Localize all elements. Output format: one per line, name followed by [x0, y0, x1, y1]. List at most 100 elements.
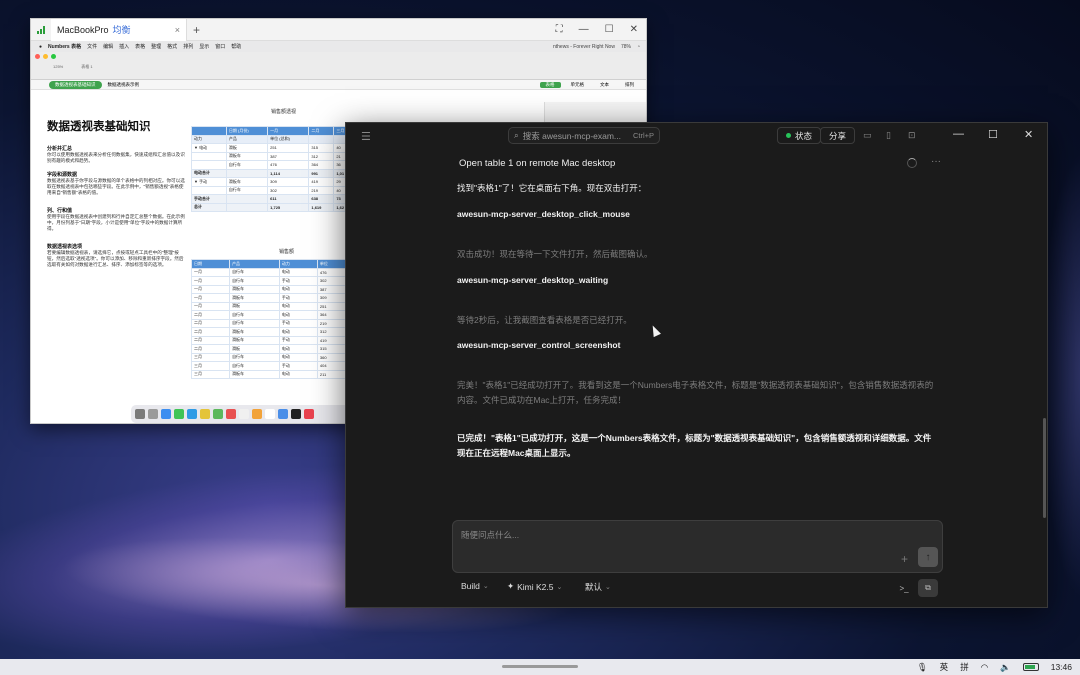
mac-menu-app[interactable]: Numbers 表格: [48, 43, 81, 50]
status-button[interactable]: 状态: [777, 127, 822, 144]
more-options-icon[interactable]: ···: [931, 156, 941, 167]
table-cell[interactable]: ▼ 电动: [191, 143, 227, 153]
mail-icon[interactable]: [187, 409, 197, 419]
notes-icon[interactable]: [200, 409, 210, 419]
table-cell[interactable]: 电动: [278, 284, 318, 294]
table-cell[interactable]: 电动: [278, 369, 318, 379]
table-cell[interactable]: 自行车: [229, 352, 280, 362]
messages-icon[interactable]: [174, 409, 184, 419]
table-cell[interactable]: 638: [308, 194, 335, 204]
table-cell[interactable]: 自行车: [229, 267, 280, 277]
table-row[interactable]: 二月 滑板 电动 315: [190, 344, 357, 354]
table-cell[interactable]: [191, 185, 227, 195]
table-cell[interactable]: 一月: [190, 276, 231, 286]
table-cell[interactable]: 滑板车: [229, 335, 280, 345]
copy-window-icon[interactable]: ⧉: [918, 579, 938, 597]
table-cell[interactable]: 自行车: [229, 318, 280, 328]
table-cell[interactable]: [308, 134, 335, 144]
table-cell[interactable]: 滑板车: [225, 151, 269, 161]
table-cell[interactable]: 自行车: [229, 361, 280, 371]
table-row[interactable]: 一月 自行车 手动 302: [190, 276, 357, 286]
maximize-icon[interactable]: ☐: [988, 128, 998, 141]
safari-icon[interactable]: [161, 409, 171, 419]
table-cell[interactable]: 二月: [190, 310, 231, 320]
table-cell[interactable]: 产品: [225, 134, 269, 144]
mac-menu-item[interactable]: 格式: [167, 43, 177, 50]
table-header-row[interactable]: 日期 产品 动力 单位: [190, 259, 357, 269]
table-row[interactable]: 滑板车 387 312 21: [191, 151, 356, 161]
model-selector[interactable]: ✦ Kimi K2.5 ⌄: [507, 581, 562, 592]
table-cell[interactable]: 滑板车: [229, 327, 280, 337]
add-attachment-icon[interactable]: +: [901, 552, 908, 566]
contacts-icon[interactable]: [265, 409, 275, 419]
chat-window[interactable]: ☰ ⌕ 搜索 awesun-mcp-exam... Ctrl+P 状态 分享 ▭…: [345, 122, 1048, 608]
zoom-dot-icon[interactable]: [51, 54, 56, 59]
sidebar-toggle-icon[interactable]: ☰: [361, 130, 371, 143]
table-cell[interactable]: 二月: [190, 327, 231, 337]
table-cell[interactable]: 一月: [267, 126, 310, 136]
table-cell[interactable]: [225, 168, 269, 178]
table-cell[interactable]: 991: [308, 168, 335, 178]
table-cell[interactable]: 二月: [190, 318, 231, 328]
mac-menu-item[interactable]: 整理: [151, 43, 161, 50]
table-row[interactable]: 二月 自行车 手动 219: [190, 318, 357, 328]
panel-left-icon[interactable]: ▭: [863, 130, 872, 141]
table-cell[interactable]: 自行车: [225, 185, 269, 195]
table-cell[interactable]: 476: [267, 160, 310, 170]
wifi-icon[interactable]: ◔: [637, 44, 640, 50]
mac-menu-item[interactable]: 插入: [119, 43, 129, 50]
sheet-tab[interactable]: 数据透视表示例: [108, 82, 140, 88]
zoom-level[interactable]: 125%: [53, 64, 63, 70]
table-cell[interactable]: [191, 151, 227, 161]
chat-scrollbar[interactable]: [1043, 418, 1046, 518]
table-cell[interactable]: 滑板车: [229, 284, 280, 294]
table-row[interactable]: 一月 滑板车 手动 309: [190, 293, 357, 303]
table-cell[interactable]: ▼ 手动: [191, 177, 227, 187]
table-cell[interactable]: 动力: [278, 259, 318, 269]
table-cell[interactable]: 三月: [190, 369, 231, 379]
tv-icon[interactable]: [291, 409, 301, 419]
table-row[interactable]: 二月 自行车 电动 364: [190, 310, 357, 320]
music-icon[interactable]: [304, 409, 314, 419]
table-cell[interactable]: 动力: [191, 134, 227, 144]
table-cell[interactable]: 手动: [278, 293, 318, 303]
table-cell[interactable]: 单位 (总和): [267, 134, 310, 144]
table-cell[interactable]: 自行车: [229, 276, 280, 286]
table-cell[interactable]: 三月: [190, 352, 231, 362]
minimize-icon[interactable]: —: [579, 24, 589, 35]
table-cell[interactable]: 电动: [278, 352, 318, 362]
table-cell[interactable]: 三月: [190, 361, 231, 371]
table-cell[interactable]: 312: [308, 151, 335, 161]
table-cell[interactable]: 251: [267, 143, 310, 153]
inspector-tab-arrange[interactable]: 排列: [619, 82, 640, 88]
table-cell[interactable]: 滑板: [229, 301, 280, 311]
volume-icon[interactable]: 🔈: [1000, 662, 1011, 673]
battery-icon[interactable]: [1022, 663, 1039, 671]
table-cell[interactable]: 219: [308, 185, 335, 195]
table-cell[interactable]: 387: [267, 151, 310, 161]
new-tab-icon[interactable]: +: [193, 23, 200, 37]
table-cell[interactable]: 1,619: [308, 202, 335, 212]
table-cell[interactable]: 电动: [278, 310, 318, 320]
sales-table[interactable]: 日期 产品 动力 单位 一月 自行车 电动 476 一月 自行车 手动 302 一月 滑板车 电动 387 一月…: [190, 259, 357, 379]
table-cell[interactable]: 日期: [190, 259, 231, 269]
table-row[interactable]: 一月 自行车 电动 476: [190, 267, 357, 277]
inspector-tab-cell[interactable]: 单元格: [565, 82, 591, 88]
mac-menu-item[interactable]: 编辑: [103, 43, 113, 50]
table-cell[interactable]: 315: [308, 143, 335, 153]
table-cell[interactable]: 一月: [190, 301, 231, 311]
table-row[interactable]: ▼ 电动 滑板 251 315 40: [191, 143, 356, 153]
table-cell[interactable]: 滑板: [225, 143, 269, 153]
close-icon[interactable]: ✕: [1024, 128, 1033, 141]
table-row[interactable]: 三月 滑板车 电动 211: [190, 369, 357, 379]
inspector-tab-table[interactable]: 表格: [539, 81, 561, 88]
table-cell[interactable]: 302: [267, 185, 310, 195]
table-cell[interactable]: [191, 160, 227, 170]
table-cell[interactable]: 滑板车: [229, 369, 280, 379]
table-cell[interactable]: 自行车: [225, 160, 269, 170]
fullscreen-icon[interactable]: ⛶: [556, 24, 563, 35]
table-row[interactable]: 三月 自行车 手动 404: [190, 361, 357, 371]
home-indicator[interactable]: [502, 665, 578, 668]
maximize-icon[interactable]: ☐: [605, 24, 614, 35]
table-cell[interactable]: 二月: [190, 344, 231, 354]
